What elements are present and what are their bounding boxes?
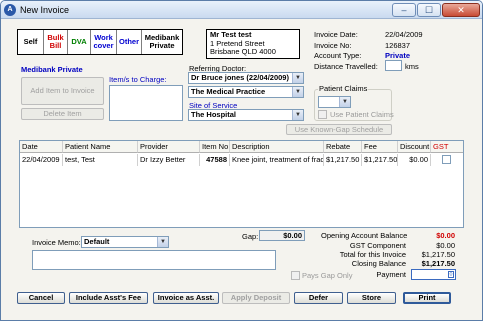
referring-doctor-value: Dr Bruce jones (22/04/2009) [191,73,289,82]
invoice-window: A New Invoice – ☐ ✕ Self Bulk Bill DVA W… [0,0,483,321]
column-header-description[interactable]: Description [230,141,324,153]
closing-balance-value: $1,217.50 [421,259,455,268]
invoice-date-value: 22/04/2009 [385,30,423,39]
known-gap-schedule-button[interactable]: Use Known-Gap Schedule [286,124,392,135]
spin-icon: ◊ [448,271,454,278]
cell-provider: Dr Izzy Better [138,154,200,166]
gst-component-label: GST Component [349,241,406,250]
delete-item-button[interactable]: Delete Item [21,108,104,120]
gap-label: Gap: [242,232,259,241]
tab-dva[interactable]: DVA [68,30,91,54]
payment-input[interactable]: ◊ [411,269,456,280]
opening-balance-value: $0.00 [436,231,455,240]
column-header-rebate[interactable]: Rebate [324,141,362,153]
include-asst-fee-button[interactable]: Include Asst's Fee [69,292,148,304]
referring-doctor-select[interactable]: Dr Bruce jones (22/04/2009) ▼ [188,72,304,84]
print-button[interactable]: Print [403,292,451,304]
app-logo-icon: A [4,4,16,16]
distance-label: Distance Travelled: [314,62,378,71]
store-button[interactable]: Store [347,292,396,304]
site-of-service-select[interactable]: The Hospital ▼ [188,109,304,121]
patient-claims-label: Patient Claims [318,84,369,93]
use-patient-claims-label: Use Patient Claims [330,110,394,119]
window-title: New Invoice [20,5,70,15]
chevron-down-icon: ▼ [157,237,168,247]
invoice-memo-value: Default [84,237,110,246]
closing-balance-label: Closing Balance [351,259,406,268]
account-type-tabs: Self Bulk Bill DVA Work cover Other Medi… [17,29,183,55]
invoice-memo-select[interactable]: Default ▼ [81,236,169,248]
patient-address-box: Mr Test test 1 Pretend Street Brisbane Q… [206,29,300,59]
invoice-no-label: Invoice No: [314,41,352,50]
practice-select[interactable]: The Medical Practice ▼ [188,86,304,98]
invoice-memo-text[interactable] [32,250,276,270]
invoice-items-grid: Date Patient Name Provider Item No Descr… [19,140,464,228]
invoice-total-label: Total for this Invoice [339,250,406,259]
column-header-item-no[interactable]: Item No [200,141,230,153]
practice-value: The Medical Practice [191,87,266,96]
tab-work-cover[interactable]: Work cover [91,30,117,54]
defer-button[interactable]: Defer [294,292,343,304]
chevron-down-icon: ▼ [339,97,350,107]
cancel-button[interactable]: Cancel [17,292,65,304]
fund-name: Medibank Private [21,65,83,74]
distance-input[interactable] [385,60,402,71]
chevron-down-icon: ▼ [292,87,303,97]
items-to-charge-list[interactable] [109,85,183,121]
cell-item-no: 47588 [200,154,230,166]
tab-other[interactable]: Other [117,30,142,54]
invoice-date-label: Invoice Date: [314,30,358,39]
cell-rebate: $1,217.50 [324,154,362,166]
patient-claims-select[interactable]: ▼ [318,96,351,108]
apply-deposit-button[interactable]: Apply Deposit [222,292,290,304]
add-item-button[interactable]: Add Item to Invoice [21,77,104,105]
cell-fee: $1,217.50 [364,154,398,166]
minimize-button[interactable]: – [392,3,416,17]
cell-discount: $0.00 [398,154,431,166]
cell-description: Knee joint, treatment of fract [232,154,324,166]
column-header-fee[interactable]: Fee [362,141,398,153]
invoice-total-value: $1,217.50 [421,250,455,259]
table-row[interactable]: 22/04/2009 test, Test Dr Izzy Better 475… [20,154,463,166]
cell-gst [431,154,463,166]
invoice-no-value: 126837 [385,41,411,50]
gap-value: $0.00 [259,230,305,241]
cell-patient: test, Test [63,154,138,166]
site-of-service-value: The Hospital [191,110,237,119]
close-button[interactable]: ✕ [442,3,480,17]
pays-gap-only-checkbox[interactable] [291,271,300,280]
account-type-value: Private [385,51,411,60]
use-patient-claims-checkbox[interactable] [318,110,327,119]
column-header-patient[interactable]: Patient Name [63,141,138,153]
column-header-gst[interactable]: GST [431,141,463,153]
items-to-charge-label: Item/s to Charge: [109,75,167,84]
tab-bulk-bill[interactable]: Bulk Bill [44,30,68,54]
gst-checkbox[interactable] [442,155,451,164]
column-header-date[interactable]: Date [20,141,63,153]
grid-header-row: Date Patient Name Provider Item No Descr… [20,141,463,153]
chevron-down-icon: ▼ [292,73,303,83]
payment-label: Payment [376,270,406,279]
column-header-discount[interactable]: Discount [398,141,431,153]
account-type-label: Account Type: [314,51,362,60]
patient-address-line2: Brisbane QLD 4000 [210,47,276,56]
maximize-button[interactable]: ☐ [417,3,441,17]
invoice-as-asst-button[interactable]: Invoice as Asst. [153,292,219,304]
column-header-provider[interactable]: Provider [138,141,200,153]
distance-unit: kms [405,62,419,71]
invoice-memo-label: Invoice Memo: [32,238,81,247]
title-bar: A New Invoice – ☐ ✕ [1,1,482,19]
cell-date: 22/04/2009 [20,154,63,166]
chevron-down-icon: ▼ [292,110,303,120]
gst-component-value: $0.00 [436,241,455,250]
opening-balance-label: Opening Account Balance [321,231,408,240]
tab-medibank-private[interactable]: Medibank Private [142,30,182,54]
tab-self[interactable]: Self [18,30,44,54]
